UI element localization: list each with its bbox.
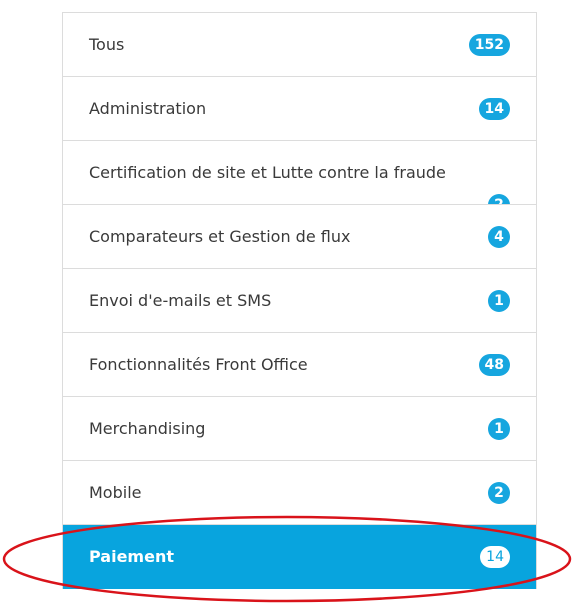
count-badge: 1 [488,418,510,440]
category-label: Tous [89,35,125,54]
count-badge: 14 [478,98,510,120]
count-badge: 14 [480,546,510,568]
category-item-certification[interactable]: Certification de site et Lutte contre la… [63,141,536,205]
category-item-tous[interactable]: Tous 152 [63,13,536,77]
count-badge: 1 [488,290,510,312]
category-label: Mobile [89,483,142,502]
category-item-front-office[interactable]: Fonctionnalités Front Office 48 [63,333,536,397]
category-label: Merchandising [89,419,206,438]
category-item-envoi-emails-sms[interactable]: Envoi d'e-mails et SMS 1 [63,269,536,333]
count-badge: 152 [468,34,510,56]
count-badge: 2 [488,482,510,504]
category-item-comparateurs[interactable]: Comparateurs et Gestion de flux 4 [63,205,536,269]
category-label: Comparateurs et Gestion de flux [89,227,351,246]
count-badge: 2 [488,194,510,204]
category-item-mobile[interactable]: Mobile 2 [63,461,536,525]
category-item-administration[interactable]: Administration 14 [63,77,536,141]
category-label: Administration [89,99,207,118]
category-item-paiement[interactable]: Paiement 14 [63,525,536,589]
count-badge: 4 [488,226,510,248]
count-badge: 48 [478,354,510,376]
category-label: Certification de site et Lutte contre la… [89,163,446,182]
category-label: Paiement [89,547,174,566]
category-label: Fonctionnalités Front Office [89,355,308,374]
category-list: Tous 152 Administration 14 Certification… [62,12,537,589]
category-item-merchandising[interactable]: Merchandising 1 [63,397,536,461]
category-label: Envoi d'e-mails et SMS [89,291,272,310]
